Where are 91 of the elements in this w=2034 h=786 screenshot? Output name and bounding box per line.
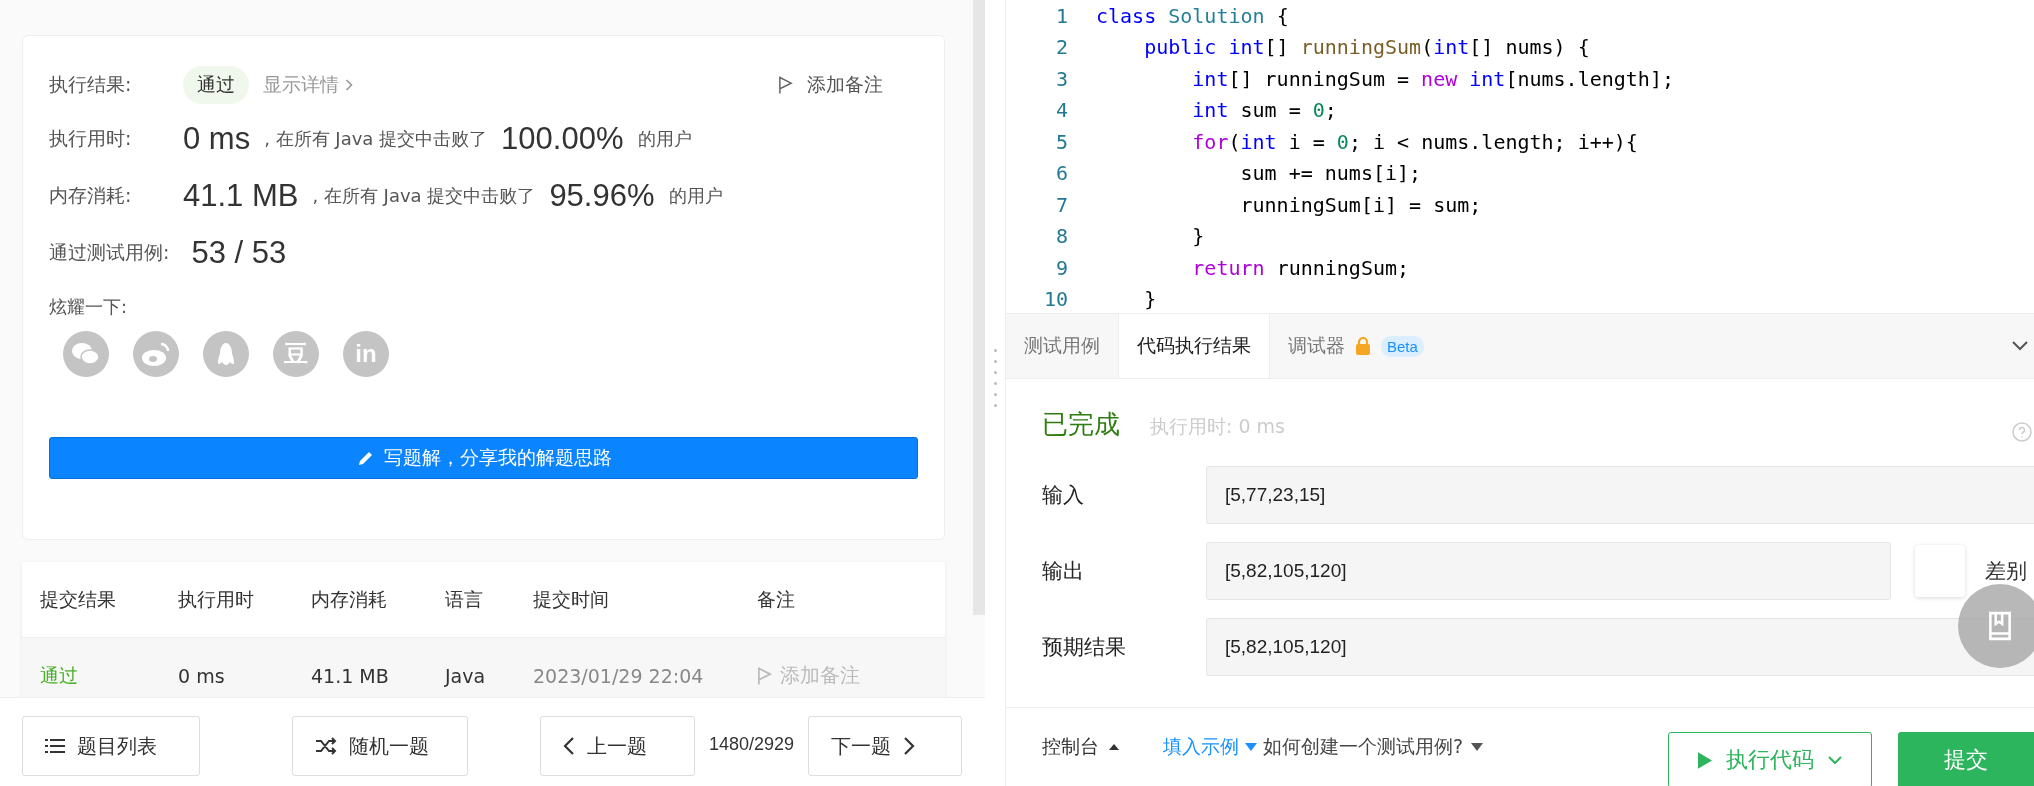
stat-text: , 在所有 Java 提交中击败了 xyxy=(264,126,488,151)
line-number: 8 xyxy=(1054,224,1069,249)
share-label: 炫耀一下: xyxy=(49,295,129,319)
book-icon xyxy=(1987,611,2013,641)
submission-row[interactable]: 通过 0 ms 41.1 MB Java 2023/01/29 22:04 添加备注 xyxy=(22,637,945,697)
stat-text: , 在所有 Java 提交中击败了 xyxy=(312,183,536,208)
code-line: int sum = 0; xyxy=(1191,98,1337,123)
code-line: return runningSum; xyxy=(1191,255,1410,280)
details-link[interactable]: 显示详情 xyxy=(263,72,339,98)
flag-icon xyxy=(757,665,772,686)
code-line: class Solution { xyxy=(1096,3,1289,28)
caret-down-icon xyxy=(1245,743,1257,751)
column-header: 提交结果 xyxy=(39,586,117,612)
result-cell[interactable]: 通过 xyxy=(22,662,160,689)
caret-up-icon xyxy=(1109,744,1119,750)
output-field: [5,82,105,120] xyxy=(1206,542,1891,600)
code-line: public int[] runningSum(int[] nums) { xyxy=(1143,35,1590,60)
code-line: int[] runningSum = new int[nums.length]; xyxy=(1191,66,1674,91)
chevron-right-icon[interactable] xyxy=(345,79,353,91)
status-label: 执行结果: xyxy=(49,72,133,97)
code-line: } xyxy=(1191,224,1205,249)
weibo-icon[interactable] xyxy=(133,331,179,377)
play-icon xyxy=(1698,751,1712,769)
stat-label: 执行用时: xyxy=(49,125,133,151)
stat-value: 0 ms xyxy=(183,120,251,157)
table-cell-text: 2023/01/29 22:04 xyxy=(532,664,705,687)
field-label: 输出 xyxy=(1042,558,1085,585)
console-toggle[interactable]: 控制台 xyxy=(1042,734,1119,760)
previous-button[interactable]: 上一题 xyxy=(540,716,695,776)
help-link[interactable]: 如何创建一个测试用例? xyxy=(1263,734,1484,760)
problem-counter: 1480/2929 xyxy=(708,733,796,755)
table-cell-text: 0 ms xyxy=(177,664,226,687)
scrollbar[interactable] xyxy=(973,0,985,615)
code-line: for(int i = 0; i < nums.length; i++){ xyxy=(1191,129,1638,154)
chevron-down-icon[interactable] xyxy=(2012,341,2028,351)
submit-button[interactable]: 提交 xyxy=(1898,732,2034,786)
column-header: 内存消耗 xyxy=(310,586,388,612)
fill-example-link[interactable]: 填入示例 xyxy=(1163,734,1257,760)
code-line: sum += nums[i]; xyxy=(1239,161,1422,186)
line-number: 1 xyxy=(1054,3,1069,28)
stat-suffix: 的用户 xyxy=(637,126,692,151)
wechat-icon[interactable] xyxy=(63,331,109,377)
line-number: 6 xyxy=(1054,161,1069,186)
chevron-left-icon xyxy=(563,736,575,756)
code-line: runningSum[i] = sum; xyxy=(1239,192,1482,217)
random-button[interactable]: 随机一题 xyxy=(292,716,468,776)
status-badge: 通过 xyxy=(183,66,249,104)
write-solution-button[interactable]: 写题解，分享我的解题思路 xyxy=(49,437,918,479)
tests-label: 通过测试用例: xyxy=(49,239,170,265)
shuffle-icon xyxy=(315,737,337,755)
line-number: 9 xyxy=(1054,255,1069,280)
output-field: [5,82,105,120] xyxy=(1206,618,2034,676)
column-header: 执行用时 xyxy=(177,586,255,612)
problem-list-button[interactable]: 题目列表 xyxy=(22,716,200,776)
line-number: 3 xyxy=(1054,66,1069,91)
field-label: 输入 xyxy=(1042,482,1085,509)
code-line: } xyxy=(1143,287,1157,312)
output-field: [5,77,23,15] xyxy=(1206,466,2034,524)
line-number: 5 xyxy=(1054,129,1069,154)
stat-percent: 95.96% xyxy=(549,177,655,214)
next-button[interactable]: 下一题 xyxy=(808,716,963,776)
run-status: 已完成 xyxy=(1042,408,1120,441)
table-cell-text: 41.1 MB xyxy=(310,664,390,687)
run-code-button[interactable]: 执行代码 xyxy=(1668,732,1872,786)
stat-percent: 100.00% xyxy=(501,120,624,157)
line-number: 7 xyxy=(1054,192,1069,217)
help-icon[interactable] xyxy=(2012,422,2032,442)
stat-label: 内存消耗: xyxy=(49,182,133,208)
chevron-down-icon xyxy=(1828,756,1842,764)
penguin-icon[interactable] xyxy=(203,331,249,377)
caret-down-icon xyxy=(1471,743,1484,751)
beta-badge: Beta xyxy=(1381,335,1424,357)
column-header: 备注 xyxy=(756,586,795,612)
add-note-link[interactable]: 添加备注 xyxy=(807,72,883,98)
field-label: 预期结果 xyxy=(1042,634,1127,661)
table-cell-text: Java xyxy=(443,664,487,687)
line-number: 4 xyxy=(1054,98,1069,123)
console-tab[interactable]: 代码执行结果 xyxy=(1118,314,1270,378)
flag-icon xyxy=(778,75,793,95)
console-tab[interactable]: 调试器 Beta xyxy=(1270,314,1442,378)
line-number: 10 xyxy=(1042,287,1069,312)
column-header: 语言 xyxy=(444,586,484,612)
tests-value: 53 / 53 xyxy=(191,234,287,271)
console-tab[interactable]: 测试用例 xyxy=(1006,314,1118,378)
stat-suffix: 的用户 xyxy=(668,183,723,208)
list-icon xyxy=(45,738,65,754)
chevron-right-icon xyxy=(903,736,916,756)
line-number: 2 xyxy=(1054,35,1069,60)
column-header: 提交时间 xyxy=(532,586,610,612)
stat-value: 41.1 MB xyxy=(183,177,299,214)
diff-label: 差别 xyxy=(1985,558,2027,585)
